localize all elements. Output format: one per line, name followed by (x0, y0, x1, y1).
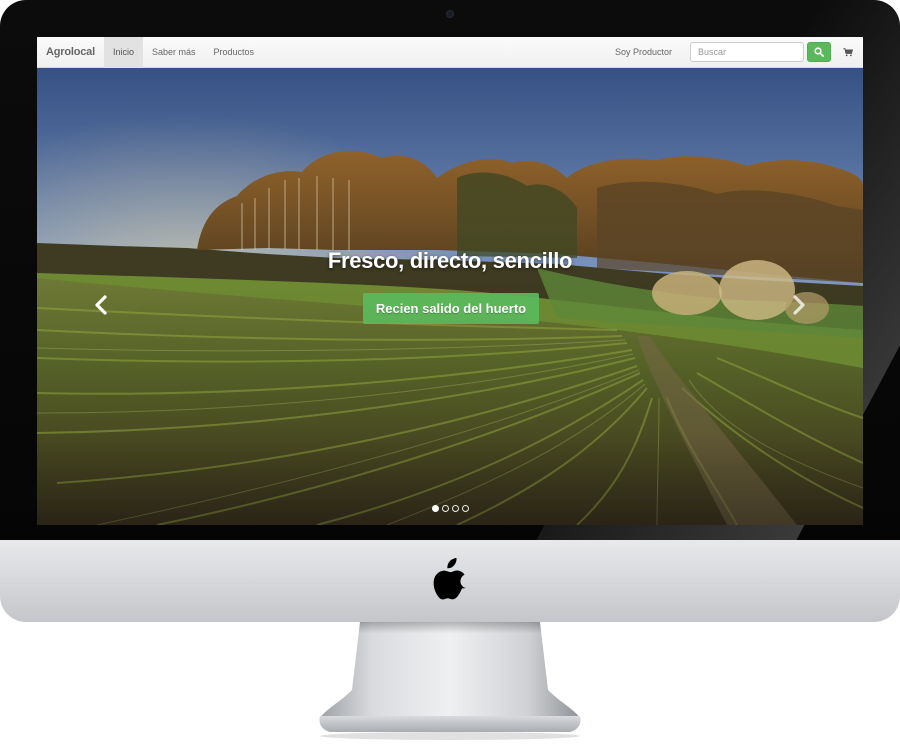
monitor-chin (0, 540, 900, 622)
nav-link-inicio[interactable]: Inicio (103, 37, 143, 68)
carousel-indicator[interactable] (432, 505, 439, 512)
screen: Agrolocal Inicio Saber más Productos Soy… (37, 37, 863, 525)
shopping-cart-icon (843, 47, 853, 56)
camera-icon (446, 10, 454, 18)
apple-logo-icon (433, 558, 466, 600)
search-button[interactable] (807, 42, 831, 62)
carousel-indicators (432, 505, 469, 512)
search-input[interactable] (690, 42, 804, 62)
cart-button[interactable] (833, 37, 863, 68)
chevron-right-icon[interactable] (790, 294, 808, 316)
search-icon (814, 47, 824, 57)
carousel-indicator[interactable] (452, 505, 459, 512)
nav-link-productos[interactable]: Productos (204, 37, 263, 68)
carousel-indicator[interactable] (442, 505, 449, 512)
brand-logo[interactable]: Agrolocal (37, 46, 104, 58)
nav-link-soy-productor[interactable]: Soy Productor (606, 47, 681, 57)
hero-cta-button[interactable]: Recien salido del huerto (363, 293, 539, 324)
carousel-indicator[interactable] (462, 505, 469, 512)
navbar: Agrolocal Inicio Saber más Productos Soy… (37, 37, 863, 68)
hero-carousel: Fresco, directo, sencillo Recien salido … (37, 68, 863, 525)
hero-caption-title: Fresco, directo, sencillo (327, 248, 573, 273)
nav-link-saber-mas[interactable]: Saber más (143, 37, 205, 68)
chevron-left-icon[interactable] (92, 294, 110, 316)
